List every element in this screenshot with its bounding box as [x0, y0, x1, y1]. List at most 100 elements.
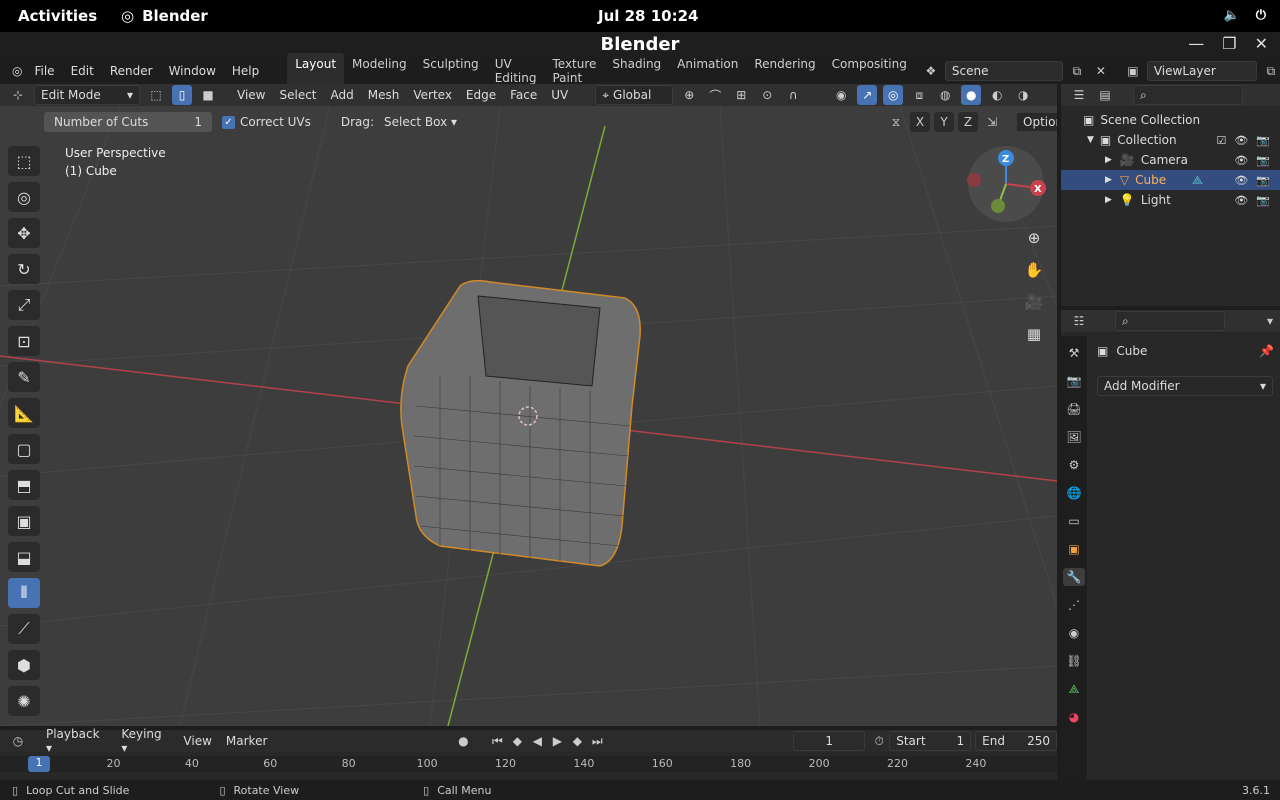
timeline-editor-icon[interactable]: ◷ [8, 731, 28, 751]
mode-selector[interactable]: Edit Mode ▾ [34, 85, 140, 105]
camera-icon[interactable]: 📷 [1256, 194, 1270, 207]
viewlayer-selector[interactable]: ViewLayer [1146, 61, 1257, 81]
maximize-icon[interactable]: ❐ [1222, 34, 1236, 53]
pivot-icon[interactable]: ⊕ [679, 85, 699, 105]
data-tab-icon[interactable]: ⟁ [1063, 680, 1085, 698]
extrude-tool[interactable]: ⬒ [8, 470, 40, 500]
falloff-icon[interactable]: ∩ [783, 85, 803, 105]
scene-icon[interactable]: ❖ [921, 61, 941, 81]
rotate-tool[interactable]: ↻ [8, 254, 40, 284]
menu-edit[interactable]: Edit [63, 64, 102, 78]
start-frame-field[interactable]: Start 1 [889, 731, 972, 751]
tool-tab-icon[interactable]: ⚒ [1063, 344, 1085, 362]
tree-row-collection[interactable]: ▼ ▣ Collection ☑ 👁 📷 [1061, 130, 1280, 150]
loop-cut-tool[interactable]: ⫴ [8, 578, 40, 608]
drag-select-dropdown[interactable]: Select Box ▾ [384, 115, 457, 129]
new-viewlayer-icon[interactable]: ⧉ [1261, 61, 1280, 81]
expand-arrow-icon[interactable]: ▶ [1105, 175, 1112, 185]
edge-select-icon[interactable]: ▯ [172, 85, 192, 105]
navigation-gizmo[interactable]: Z X [962, 144, 1052, 224]
properties-search-input[interactable]: ⌕ [1115, 311, 1225, 331]
outliner-search-input[interactable]: ⌕ [1133, 85, 1243, 105]
properties-editor-icon[interactable]: ☷ [1069, 311, 1089, 331]
tree-row-light[interactable]: ▶ 💡 Light 👁 📷 [1061, 190, 1280, 210]
menu-select[interactable]: Select [272, 88, 323, 102]
menu-edge[interactable]: Edge [459, 88, 503, 102]
axis-x-toggle[interactable]: X [910, 112, 930, 132]
menu-add[interactable]: Add [324, 88, 361, 102]
view-layer-tab-icon[interactable]: 🖼 [1063, 428, 1085, 446]
menu-view[interactable]: View [230, 88, 272, 102]
gizmo-neg-x-icon[interactable] [967, 173, 981, 187]
menu-mesh[interactable]: Mesh [361, 88, 407, 102]
gizmo-y-icon[interactable] [991, 199, 1005, 213]
overlay-toggle-icon[interactable]: ◎ [883, 85, 904, 105]
collection-visibility[interactable]: ☑ 👁 📷 [1216, 134, 1270, 147]
snap-icon[interactable]: ⌒ [705, 85, 725, 105]
display-mode-icon[interactable]: ▤ [1095, 85, 1115, 105]
expand-arrow-icon[interactable]: ▶ [1105, 155, 1112, 165]
output-tab-icon[interactable]: 🖨 [1063, 400, 1085, 418]
scale-tool[interactable]: ⤢ [8, 290, 40, 320]
vertex-select-icon[interactable]: ⬚ [146, 85, 166, 105]
cursor-tool[interactable]: ◎ [8, 182, 40, 212]
face-select-icon[interactable]: ■ [198, 85, 218, 105]
poly-build-tool[interactable]: ⬢ [8, 650, 40, 680]
render-tab-icon[interactable]: 📷 [1063, 372, 1085, 390]
expand-arrow-icon[interactable]: ▶ [1105, 195, 1112, 205]
auto-merge-icon[interactable]: ⇲ [982, 112, 1002, 132]
zoom-icon[interactable]: ⊕ [1020, 226, 1048, 250]
blender-menu-icon[interactable]: ◎ [8, 64, 26, 78]
stopwatch-icon[interactable]: ⏱ [869, 731, 889, 751]
menu-help[interactable]: Help [224, 64, 267, 78]
menu-render[interactable]: Render [102, 64, 161, 78]
checkbox-icon[interactable]: ☑ [1216, 134, 1226, 147]
menu-face[interactable]: Face [503, 88, 544, 102]
chevron-down-icon[interactable]: ▾ [1260, 311, 1280, 331]
solid-shading-icon[interactable]: ● [961, 85, 982, 105]
scene-selector[interactable]: Scene [944, 61, 1063, 81]
menu-uv[interactable]: UV [544, 88, 575, 102]
tree-row-cube[interactable]: ▶ ▽ Cube ⟁ 👁 📷 [1061, 170, 1280, 190]
correct-uvs-checkbox[interactable]: ✓ Correct UVs [222, 115, 311, 129]
visibility-icon[interactable]: ◉ [831, 85, 851, 105]
outliner-editor-icon[interactable]: ☰ [1069, 85, 1089, 105]
eye-icon[interactable]: 👁 [1234, 174, 1248, 187]
collection-tab-icon[interactable]: ▭ [1063, 512, 1085, 530]
axis-y-toggle[interactable]: Y [934, 112, 954, 132]
bevel-tool[interactable]: ⬓ [8, 542, 40, 572]
world-tab-icon[interactable]: 🌐 [1063, 484, 1085, 502]
add-cube-tool[interactable]: ▢ [8, 434, 40, 464]
object-tab-icon[interactable]: ▣ [1063, 540, 1085, 558]
frame-ruler[interactable]: 1 20 40 60 80 100 120 140 160 180 200 220 240 [0, 756, 1057, 772]
options-dropdown[interactable]: Options▾ [1016, 112, 1057, 132]
system-tray[interactable]: 🔈 ⏻ [1224, 8, 1266, 23]
camera-icon[interactable]: 📷 [1256, 174, 1270, 187]
eye-icon[interactable]: 👁 [1234, 154, 1248, 167]
wireframe-shading-icon[interactable]: ◍ [935, 85, 955, 105]
viewlayer-icon[interactable]: ▣ [1123, 61, 1143, 81]
clock[interactable]: Jul 28 10:24 [598, 7, 698, 25]
cube-mesh[interactable] [400, 279, 641, 567]
pin-icon[interactable]: 📌 [1259, 344, 1274, 358]
knife-tool[interactable]: ⟋ [8, 614, 40, 644]
eye-icon[interactable]: 👁 [1234, 194, 1248, 207]
prev-keyframe-icon[interactable]: ◆ [507, 731, 527, 751]
new-scene-icon[interactable]: ⧉ [1067, 61, 1087, 81]
proportional-edit-icon[interactable]: ⊙ [757, 85, 777, 105]
tree-row-camera[interactable]: ▶ 🎥 Camera 👁 📷 [1061, 150, 1280, 170]
gizmo-toggle-icon[interactable]: ↗ [857, 85, 878, 105]
particles-tab-icon[interactable]: ⋰ [1063, 596, 1085, 614]
play-reverse-icon[interactable]: ◀ [527, 731, 547, 751]
inset-tool[interactable]: ▣ [8, 506, 40, 536]
scene-tab-icon[interactable]: ⚙ [1063, 456, 1085, 474]
3d-viewport[interactable]: Number of Cuts 1 ✓ Correct UVs Drag: Selec… [0, 106, 1057, 726]
cube-visibility[interactable]: 👁 📷 [1234, 174, 1270, 187]
menu-playback[interactable]: Playback ▾ [46, 727, 109, 755]
menu-vertex[interactable]: Vertex [406, 88, 459, 102]
light-visibility[interactable]: 👁 📷 [1234, 194, 1270, 207]
modifier-tab-icon[interactable]: 🔧 [1063, 568, 1085, 586]
end-frame-field[interactable]: End 250 [975, 731, 1058, 751]
menu-timeline-view[interactable]: View [183, 734, 211, 748]
number-of-cuts-slider[interactable]: Number of Cuts 1 [44, 112, 212, 132]
